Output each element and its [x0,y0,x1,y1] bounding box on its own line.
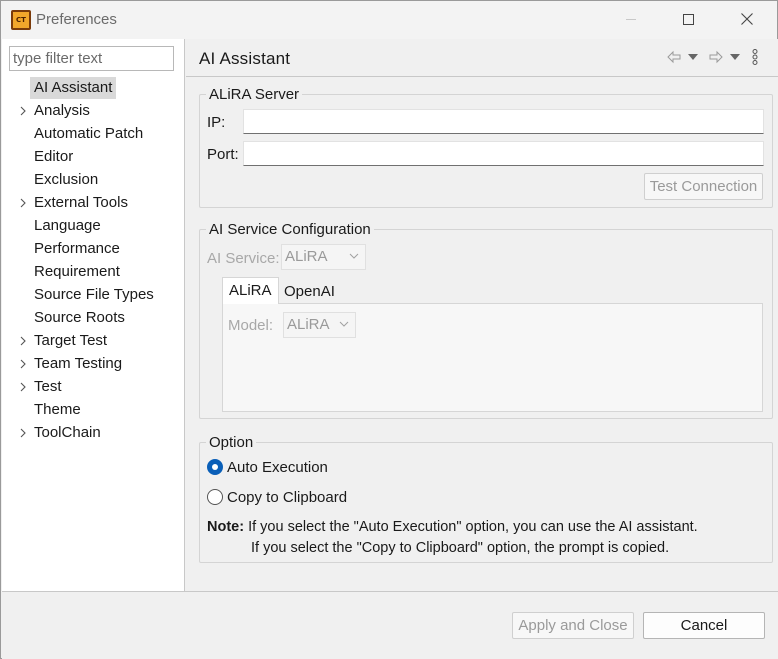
dialog-footer: Apply and Close Cancel [2,592,778,659]
model-label: Model: [228,317,274,334]
sidebar-item-label: Editor [34,148,74,165]
apply-and-close-button[interactable]: Apply and Close [512,612,634,639]
sidebar-item-source-roots[interactable]: Source Roots [2,307,184,330]
option-note: Note: If you select the "Auto Execution"… [207,517,767,538]
chevron-right-icon[interactable] [18,335,28,347]
chevron-down-icon [349,253,359,259]
sidebar-item-performance[interactable]: Performance [2,238,184,261]
sidebar-item-analysis[interactable]: Analysis [2,100,184,123]
cancel-button[interactable]: Cancel [643,612,765,639]
sidebar-item-toolchain[interactable]: ToolChain [2,422,184,445]
model-select[interactable]: ALiRA [283,312,356,338]
sidebar-item-exclusion[interactable]: Exclusion [2,169,184,192]
view-menu-icon[interactable] [752,49,758,65]
option-note-line2: If you select the "Copy to Clipboard" op… [251,538,771,559]
port-label: Port: [207,146,239,163]
sidebar-item-ai-assistant[interactable]: AI Assistant [2,77,184,100]
sidebar-item-label: Requirement [34,263,120,280]
sidebar-item-label: AI Assistant [30,77,117,99]
test-connection-button[interactable]: Test Connection [644,173,763,200]
sidebar-item-label: Performance [34,240,120,257]
sidebar-item-label: Source Roots [34,309,125,326]
sidebar-item-label: Test [34,378,62,395]
chevron-right-icon[interactable] [18,427,28,439]
ai-service-config-legend: AI Service Configuration [209,221,371,238]
ai-service-value: ALiRA [285,248,328,265]
maximize-button[interactable] [665,1,711,39]
ai-service-label: AI Service: [207,250,280,267]
sidebar-item-test[interactable]: Test [2,376,184,399]
minimize-button[interactable] [607,1,653,39]
chevron-right-icon[interactable] [18,381,28,393]
sidebar-item-label: Analysis [34,102,90,119]
close-button[interactable] [723,1,769,39]
sidebar-item-editor[interactable]: Editor [2,146,184,169]
sidebar-item-external-tools[interactable]: External Tools [2,192,184,215]
ai-service-select[interactable]: ALiRA [281,244,366,270]
filter-input[interactable] [9,46,174,71]
preferences-tree-pane: AI Assistant Analysis Automatic Patch Edito… [2,39,185,591]
sidebar-item-label: Theme [34,401,81,418]
option-legend: Option [209,434,254,451]
auto-execution-radio[interactable] [207,459,223,475]
chevron-right-icon[interactable] [18,358,28,370]
page-header: AI Assistant [186,39,778,77]
sidebar-item-label: Language [34,217,101,234]
sidebar-item-label: Target Test [34,332,108,349]
model-value: ALiRA [287,316,330,333]
close-icon [741,13,753,25]
copy-clipboard-label[interactable]: Copy to Clipboard [227,489,347,506]
sidebar-item-label: External Tools [34,194,128,211]
minimize-icon [626,19,636,20]
note-line-1: If you select the "Auto Execution" optio… [248,519,698,535]
port-field[interactable] [243,141,764,166]
sidebar-item-language[interactable]: Language [2,215,184,238]
sidebar-item-label: Source File Types [34,286,154,303]
back-history-dropdown-icon[interactable] [688,54,698,60]
ip-label: IP: [207,114,226,131]
tab-alira[interactable]: ALiRA [222,277,279,304]
sidebar-item-theme[interactable]: Theme [2,399,184,422]
sidebar-item-source-file-types[interactable]: Source File Types [2,284,184,307]
chevron-right-icon[interactable] [18,197,28,209]
sidebar-item-target-test[interactable]: Target Test [2,330,184,353]
app-logo-icon: CT [11,10,31,30]
tab-openai[interactable]: OpenAI [278,279,341,306]
auto-execution-label[interactable]: Auto Execution [227,459,328,476]
sidebar-item-label: ToolChain [34,424,101,441]
sidebar-item-label: Exclusion [34,171,99,188]
chevron-down-icon [339,321,349,327]
maximize-icon [683,14,694,25]
sidebar-item-team-testing[interactable]: Team Testing [2,353,184,376]
sidebar-item-automatic-patch[interactable]: Automatic Patch [2,123,184,146]
preferences-window: CT Preferences AI Assistant Analysis Autom… [0,0,778,659]
sidebar-item-label: Team Testing [34,355,123,372]
page-nav-toolbar [666,49,770,67]
title-bar: CT Preferences [1,1,777,39]
window-title: Preferences [36,11,117,28]
page-title: AI Assistant [199,49,291,68]
ip-field[interactable] [243,109,764,134]
forward-history-dropdown-icon[interactable] [730,54,740,60]
note-line-2: If you select the "Copy to Clipboard" op… [251,540,670,556]
sidebar-item-requirement[interactable]: Requirement [2,261,184,284]
forward-arrow-icon[interactable] [708,49,724,65]
note-label: Note: [207,519,245,535]
alira-server-legend: ALiRA Server [209,86,300,103]
chevron-right-icon[interactable] [18,105,28,117]
back-arrow-icon[interactable] [666,49,682,65]
preference-page: AI Assistant ALiRA Server IP: Port: Test… [186,39,778,591]
copy-clipboard-radio[interactable] [207,489,223,505]
sidebar-item-label: Automatic Patch [34,125,144,142]
